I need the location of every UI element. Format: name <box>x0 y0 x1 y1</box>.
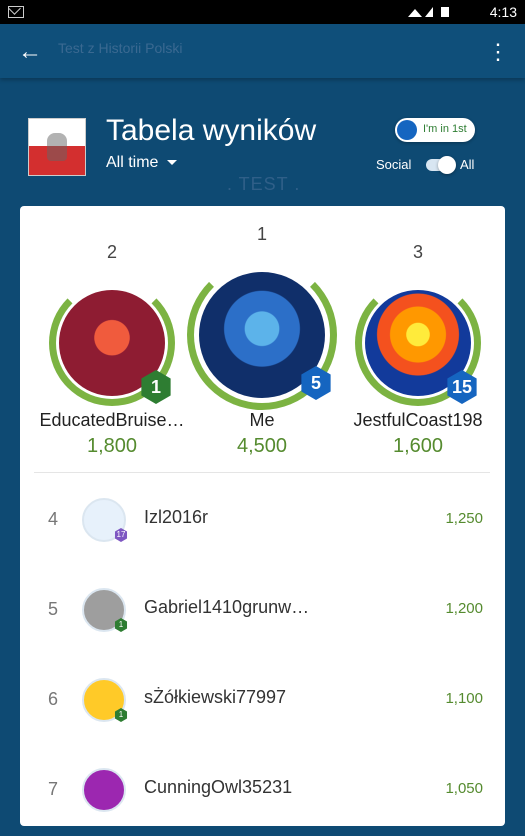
player-score: 1,600 <box>392 435 444 457</box>
table-row[interactable]: 6 1 sŻółkiewski77997 1,100 <box>20 656 505 746</box>
back-arrow-icon[interactable]: ← <box>18 38 46 66</box>
rank-pill[interactable]: I'm in 1st <box>395 118 475 142</box>
place-number: 2 <box>106 242 117 262</box>
row-score: 1,250 <box>445 510 483 527</box>
leaderboard-card: 2 1 EducatedBruise… 1,800 1 5 Me 4,500 3 <box>20 206 505 826</box>
table-row[interactable]: 5 1 Gabriel1410grunw… 1,200 <box>20 566 505 656</box>
row-rank: 7 <box>48 779 59 799</box>
podium-second[interactable]: 2 1 EducatedBruise… 1,800 <box>34 206 190 472</box>
social-all-toggle[interactable] <box>426 156 456 174</box>
player-avatar-icon <box>397 120 417 140</box>
podium-first[interactable]: 1 5 Me 4,500 <box>184 206 340 472</box>
avatar: 5 <box>187 260 337 410</box>
row-name: CunningOwl35231 <box>144 777 293 797</box>
all-label: All <box>460 157 475 172</box>
game-thumbnail <box>28 118 86 176</box>
row-rank: 5 <box>48 599 59 619</box>
system-status-icons <box>408 7 449 17</box>
table-row[interactable]: 4 17 Izl2016r 1,250 <box>20 476 505 566</box>
podium: 2 1 EducatedBruise… 1,800 1 5 Me 4,500 3 <box>20 206 505 472</box>
row-name: sŻółkiewski77997 <box>144 687 287 707</box>
player-name: JestfulCoast198 <box>353 410 483 430</box>
time-filter-label: All time <box>106 154 159 171</box>
status-bar: 4:13 <box>0 0 525 24</box>
avatar: 1 <box>49 280 175 406</box>
time-filter-dropdown[interactable]: All time <box>106 154 177 172</box>
potion-avatar-icon <box>82 768 126 812</box>
row-rank: 4 <box>48 509 59 529</box>
more-options-icon[interactable]: ⋮ <box>487 37 509 67</box>
row-name: Izl2016r <box>144 507 209 527</box>
row-rank: 6 <box>48 689 59 709</box>
mail-icon <box>8 6 24 18</box>
row-score: 1,200 <box>445 600 483 617</box>
player-name: Me <box>249 410 275 430</box>
player-score: 1,800 <box>86 435 138 457</box>
podium-third[interactable]: 3 15 JestfulCoast198 1,600 <box>340 206 496 472</box>
leaderboard-header: Tabela wyników All time . TEST . I'm in … <box>0 78 525 206</box>
toggle-knob <box>438 156 456 174</box>
divider <box>34 472 490 473</box>
test-label: . TEST . <box>227 174 301 194</box>
place-number: 1 <box>256 224 267 244</box>
page-title: Tabela wyników <box>106 114 317 147</box>
player-score: 4,500 <box>236 435 288 457</box>
rank-pill-label: I'm in 1st <box>423 123 467 135</box>
row-score: 1,100 <box>445 690 483 707</box>
table-row[interactable]: 7 CunningOwl35231 1,050 <box>20 746 505 836</box>
place-number: 3 <box>412 242 423 262</box>
player-name: EducatedBruise… <box>39 410 185 430</box>
app-bar: ← Test z Historii Polski ⋮ <box>0 24 525 78</box>
social-label: Social <box>376 157 412 172</box>
app-bar-title: Test z Historii Polski <box>58 40 183 56</box>
row-score: 1,050 <box>445 780 483 797</box>
row-name: Gabriel1410grunw… <box>144 597 310 617</box>
avatar: 15 <box>355 280 481 406</box>
status-time: 4:13 <box>489 4 517 20</box>
chevron-down-icon <box>166 160 177 166</box>
